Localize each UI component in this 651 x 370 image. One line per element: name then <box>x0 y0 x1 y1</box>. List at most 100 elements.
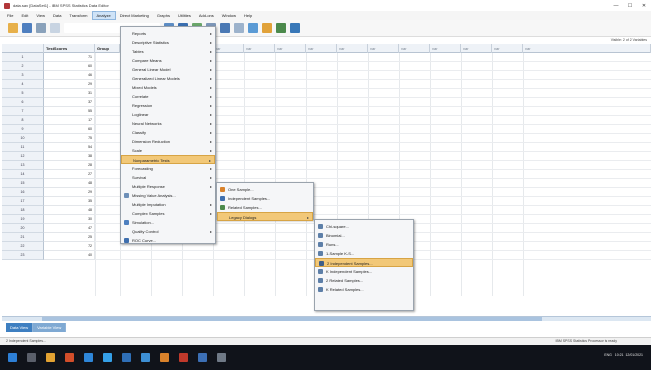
analyze-menu-item-survival[interactable]: Survival ▸ <box>121 173 215 182</box>
print-icon[interactable] <box>36 23 46 33</box>
save-icon[interactable] <box>22 23 32 33</box>
spelling-icon[interactable] <box>290 23 300 33</box>
menu-help[interactable]: Help <box>240 11 256 20</box>
spss-taskbar-icon[interactable] <box>179 353 188 362</box>
legacy-menu-item-1-sample-k-s[interactable]: 1-Sample K-S... <box>315 249 413 258</box>
start-icon[interactable] <box>8 353 17 362</box>
column-header[interactable]: var <box>306 44 337 53</box>
minimize-button[interactable]: — <box>609 3 623 9</box>
menu-file[interactable]: File <box>3 11 17 20</box>
legacy-menu-item-runs[interactable]: Runs... <box>315 240 413 249</box>
mail-icon[interactable] <box>141 353 150 362</box>
analyze-menu-item-mixed-models[interactable]: Mixed Models ▸ <box>121 83 215 92</box>
row-number[interactable]: 12 <box>2 152 44 161</box>
cell-testscores[interactable]: 17 <box>44 116 95 125</box>
clock-time[interactable]: 10:21 <box>615 353 624 357</box>
analyze-menu-item-scale[interactable]: Scale ▸ <box>121 146 215 155</box>
cell-testscores[interactable]: 29 <box>44 188 95 197</box>
row-number[interactable]: 20 <box>2 224 44 233</box>
nonparam-menu-item-independent-samples[interactable]: Independent Samples... <box>217 194 313 203</box>
column-header[interactable]: Group <box>95 44 120 53</box>
row-number[interactable]: 7 <box>2 107 44 116</box>
split-file-icon[interactable] <box>220 23 230 33</box>
chrome-icon[interactable] <box>65 353 74 362</box>
row-number[interactable]: 8 <box>2 116 44 125</box>
app3-icon[interactable] <box>217 353 226 362</box>
column-header[interactable]: var <box>461 44 492 53</box>
analyze-menu-item-multiple-response[interactable]: Multiple Response ▸ <box>121 182 215 191</box>
horizontal-scrollbar[interactable] <box>2 316 651 321</box>
app2-icon[interactable] <box>198 353 207 362</box>
cell-testscores[interactable]: 31 <box>44 89 95 98</box>
column-header[interactable]: var <box>368 44 399 53</box>
row-number[interactable]: 15 <box>2 179 44 188</box>
tab-variable-view[interactable]: Variable View <box>33 323 67 332</box>
row-number[interactable]: 11 <box>2 143 44 152</box>
column-header[interactable]: var <box>430 44 461 53</box>
use-sets-icon[interactable] <box>276 23 286 33</box>
nonparam-menu-item-related-samples[interactable]: Related Samples... <box>217 203 313 212</box>
column-header[interactable]: var <box>275 44 306 53</box>
dialog-recall-icon[interactable] <box>50 23 60 33</box>
column-header[interactable]: TestScores <box>44 44 95 53</box>
column-header[interactable]: var <box>337 44 368 53</box>
menu-data[interactable]: Data <box>49 11 65 20</box>
analyze-menu-item-quality-control[interactable]: Quality Control ▸ <box>121 227 215 236</box>
store-icon[interactable] <box>103 353 112 362</box>
analyze-menu-item-descriptive-statistics[interactable]: Descriptive Statistics ▸ <box>121 38 215 47</box>
cell-testscores[interactable]: 72 <box>44 242 95 251</box>
analyze-menu-item-missing-value-analysis[interactable]: Missing Value Analysis... <box>121 191 215 200</box>
analyze-menu-item-reports[interactable]: Reports ▸ <box>121 29 215 38</box>
row-number[interactable]: 5 <box>2 89 44 98</box>
scrollbar-thumb[interactable] <box>42 317 542 321</box>
row-number[interactable]: 3 <box>2 71 44 80</box>
close-button[interactable]: ✕ <box>637 3 651 9</box>
legacy-menu-item-k-related-samples[interactable]: K Related Samples... <box>315 285 413 294</box>
cell-testscores[interactable]: 55 <box>44 107 95 116</box>
cell-testscores[interactable]: 71 <box>44 53 95 62</box>
language-indicator[interactable]: ENG <box>604 353 612 357</box>
cell-testscores[interactable]: 60 <box>44 125 95 134</box>
row-number[interactable]: 1 <box>2 53 44 62</box>
column-header[interactable]: var <box>523 44 651 53</box>
analyze-menu-item-correlate[interactable]: Correlate ▸ <box>121 92 215 101</box>
menu-utilities[interactable]: Utilities <box>174 11 195 20</box>
tab-data-view[interactable]: Data View <box>6 323 34 332</box>
search-icon[interactable] <box>27 353 36 362</box>
menu-direct-marketing[interactable]: Direct Marketing <box>116 11 153 20</box>
analyze-menu-item-compare-means[interactable]: Compare Means ▸ <box>121 56 215 65</box>
weight-cases-icon[interactable] <box>234 23 244 33</box>
cell-testscores[interactable]: 25 <box>44 233 95 242</box>
column-header[interactable]: var <box>213 44 244 53</box>
legacy-menu-item-binomial[interactable]: Binomial... <box>315 231 413 240</box>
menu-window[interactable]: Window <box>218 11 240 20</box>
row-number[interactable]: 18 <box>2 206 44 215</box>
row-number[interactable]: 23 <box>2 251 44 260</box>
cell-testscores[interactable]: 40 <box>44 251 95 260</box>
open-file-icon[interactable] <box>8 23 18 33</box>
analyze-menu-item-generalized-linear-models[interactable]: Generalized Linear Models ▸ <box>121 74 215 83</box>
cell-testscores[interactable]: 47 <box>44 224 95 233</box>
nonparam-menu-item-legacy-dialogs[interactable]: Legacy Dialogs ▸ <box>217 212 313 221</box>
analyze-menu-item-multiple-imputation[interactable]: Multiple Imputation ▸ <box>121 200 215 209</box>
analyze-menu-item-neural-networks[interactable]: Neural Networks ▸ <box>121 119 215 128</box>
analyze-menu-item-forecasting[interactable]: Forecasting ▸ <box>121 164 215 173</box>
row-number[interactable]: 4 <box>2 80 44 89</box>
menu-edit[interactable]: Edit <box>17 11 32 20</box>
menu-transform[interactable]: Transform <box>65 11 91 20</box>
value-labels-icon[interactable] <box>262 23 272 33</box>
cell-testscores[interactable]: 48 <box>44 179 95 188</box>
file-explorer-icon[interactable] <box>46 353 55 362</box>
cell-testscores[interactable]: 48 <box>44 206 95 215</box>
cell-testscores[interactable]: 30 <box>44 215 95 224</box>
column-header[interactable]: var <box>492 44 523 53</box>
row-number[interactable]: 9 <box>2 125 44 134</box>
analyze-menu-item-general-linear-model[interactable]: General Linear Model ▸ <box>121 65 215 74</box>
cell-testscores[interactable]: 54 <box>44 143 95 152</box>
legacy-menu-item-2-independent-samples[interactable]: 2 Independent Samples... <box>315 258 413 267</box>
cell-testscores[interactable]: 46 <box>44 71 95 80</box>
row-number[interactable]: 6 <box>2 98 44 107</box>
cell-testscores[interactable]: 37 <box>44 98 95 107</box>
analyze-menu-item-nonparametric-tests[interactable]: Nonparametric Tests ▸ <box>121 155 215 164</box>
row-number[interactable]: 21 <box>2 233 44 242</box>
